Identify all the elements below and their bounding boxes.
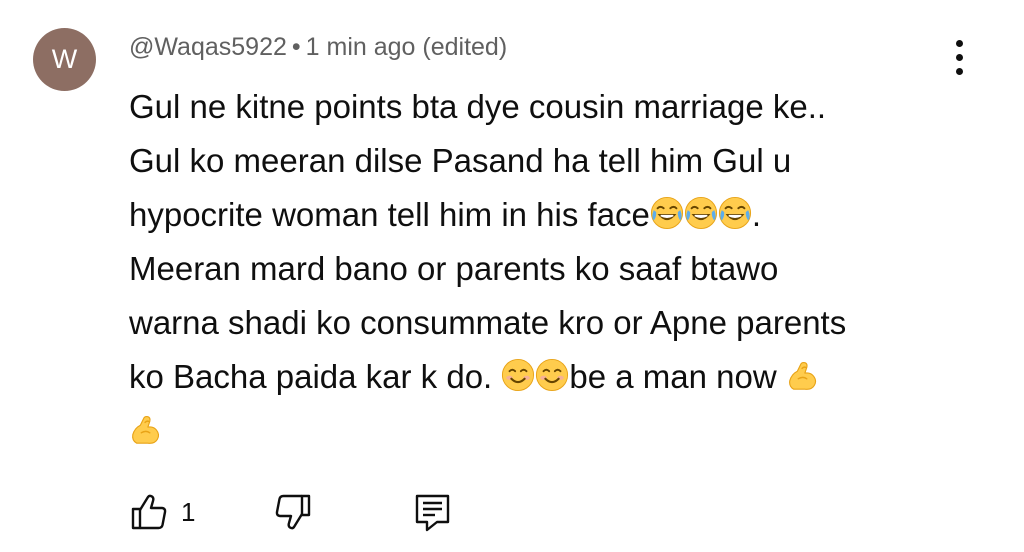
flexed-biceps-icon <box>786 358 820 392</box>
thumbs-up-icon <box>131 494 167 530</box>
author-handle[interactable]: @Waqas5922 <box>129 33 287 61</box>
comment-actions: 1 <box>129 490 529 534</box>
comment-line: Meeran mard bano or parents ko saaf btaw… <box>129 250 779 287</box>
comment-text: ko Bacha paida kar k do. <box>129 358 502 395</box>
like-count: 1 <box>181 497 196 527</box>
comment-line <box>129 404 989 458</box>
comment-thread: W @Waqas5922 • 1 min ago (edited) Gul ne k… <box>0 0 1024 552</box>
comment-line: warna shadi ko consummate kro or Apne pa… <box>129 304 847 341</box>
reply-icon <box>415 494 450 532</box>
comment-body: Gul ne kitne points bta dye cousin marri… <box>129 80 989 458</box>
comment-line: Gul ne kitne points bta dye cousin marri… <box>129 88 827 125</box>
dislike-button[interactable] <box>273 490 317 534</box>
smiling-face-icon <box>501 358 535 392</box>
more-vertical-icon[interactable] <box>940 36 980 80</box>
comment-line: hypocrite woman tell him in his face. <box>129 188 989 242</box>
comment-timestamp[interactable]: 1 min ago (edited) <box>306 33 508 61</box>
comment-line: Gul ko meeran dilse Pasand ha tell him G… <box>129 142 792 179</box>
comment-text: . <box>751 196 762 233</box>
thumbs-down-icon <box>275 494 311 530</box>
avatar[interactable]: W <box>33 28 96 91</box>
comment-line: ko Bacha paida kar k do. be a man now <box>129 350 989 404</box>
flexed-biceps-icon <box>129 412 163 446</box>
face-with-tears-of-joy-icon <box>718 196 752 230</box>
comment-header: @Waqas5922 • 1 min ago (edited) <box>129 30 507 64</box>
avatar-letter: W <box>51 44 78 74</box>
comment-text: hypocrite woman tell him in his face <box>129 196 650 233</box>
like-button[interactable]: 1 <box>129 490 209 534</box>
reply-button[interactable] <box>413 490 457 534</box>
smiling-face-icon <box>535 358 569 392</box>
face-with-tears-of-joy-icon <box>650 196 684 230</box>
meta-separator: • <box>291 33 301 61</box>
face-with-tears-of-joy-icon <box>684 196 718 230</box>
comment-text: be a man now <box>569 358 786 395</box>
